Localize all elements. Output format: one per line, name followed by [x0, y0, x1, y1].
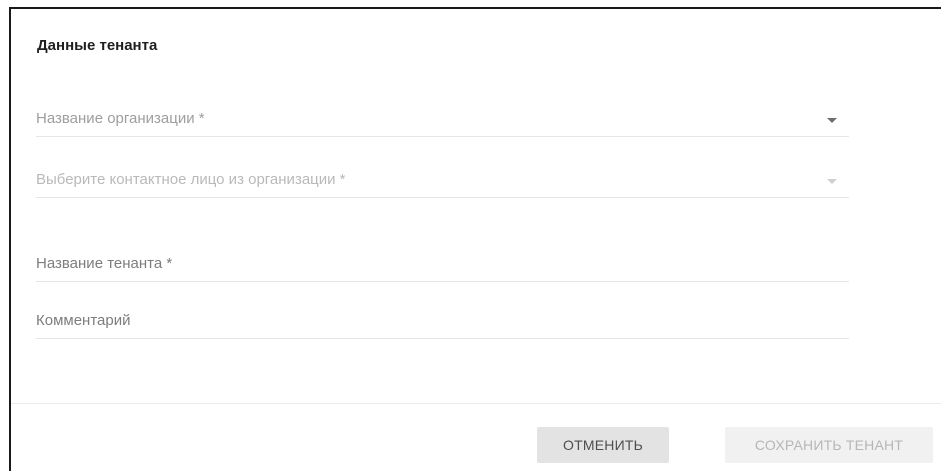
chevron-down-icon[interactable]	[827, 118, 837, 123]
cancel-button[interactable]: ОТМЕНИТЬ	[537, 427, 669, 463]
comment-field[interactable]: Комментарий	[36, 304, 849, 339]
tenant-name-field[interactable]: Название тенанта *	[36, 247, 849, 282]
comment-label: Комментарий	[36, 312, 131, 329]
tenant-dialog: Данные тенанта Название организации * Вы…	[9, 7, 941, 471]
contact-select: Выберите контактное лицо из организации …	[36, 163, 849, 198]
footer-divider	[11, 403, 941, 404]
contact-select-label: Выберите контактное лицо из организации …	[36, 171, 346, 188]
organization-select[interactable]: Название организации *	[36, 102, 849, 137]
dialog-title: Данные тенанта	[37, 37, 158, 54]
chevron-down-icon	[827, 179, 837, 184]
tenant-name-label: Название тенанта *	[36, 255, 173, 272]
organization-select-label: Название организации *	[36, 110, 205, 127]
save-tenant-button[interactable]: СОХРАНИТЬ ТЕНАНТ	[725, 427, 933, 463]
